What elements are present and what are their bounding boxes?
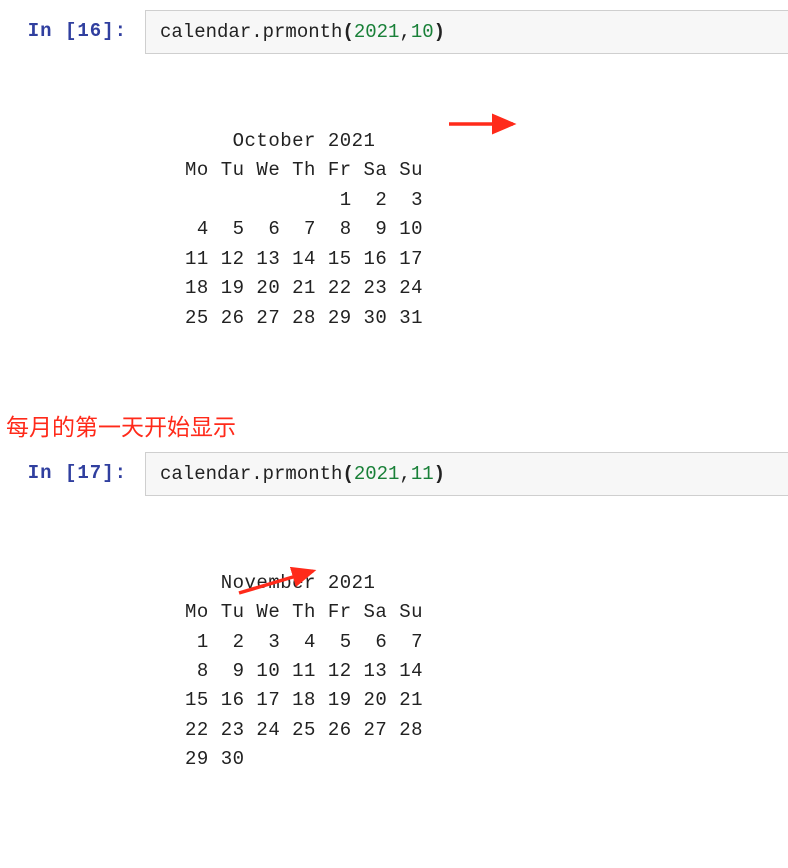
cell-output: October 2021 Mo Tu We Th Fr Sa Su 1 2 3 …: [145, 54, 788, 406]
paren-open: (: [342, 463, 353, 485]
paren-open: (: [342, 21, 353, 43]
input-prompt: In [16]:: [0, 10, 145, 54]
paren-close: ): [434, 21, 445, 43]
output-text: November 2021 Mo Tu We Th Fr Sa Su 1 2 3…: [185, 569, 788, 775]
code-arg: 10: [411, 21, 434, 43]
input-row: In [17]: calendar.prmonth(2021,11): [0, 452, 788, 496]
input-row: In [16]: calendar.prmonth(2021,10): [0, 10, 788, 54]
comma: ,: [399, 21, 410, 43]
code-object: calendar: [160, 463, 251, 485]
code-input[interactable]: calendar.prmonth(2021,11): [145, 452, 788, 496]
code-input[interactable]: calendar.prmonth(2021,10): [145, 10, 788, 54]
code-method: .prmonth: [251, 21, 342, 43]
code-arg: 11: [411, 463, 434, 485]
comma: ,: [399, 463, 410, 485]
paren-close: ): [434, 463, 445, 485]
cell-output: November 2021 Mo Tu We Th Fr Sa Su 1 2 3…: [145, 496, 788, 848]
annotation-text: 每月的第一天开始显示: [0, 406, 788, 452]
code-arg: 2021: [354, 463, 400, 485]
input-prompt: In [17]:: [0, 452, 145, 496]
notebook-cell: In [16]: calendar.prmonth(2021,10) Octob…: [0, 10, 788, 406]
code-object: calendar: [160, 21, 251, 43]
output-text: October 2021 Mo Tu We Th Fr Sa Su 1 2 3 …: [185, 127, 788, 333]
notebook-cell: In [17]: calendar.prmonth(2021,11) Novem…: [0, 452, 788, 848]
code-arg: 2021: [354, 21, 400, 43]
code-method: .prmonth: [251, 463, 342, 485]
